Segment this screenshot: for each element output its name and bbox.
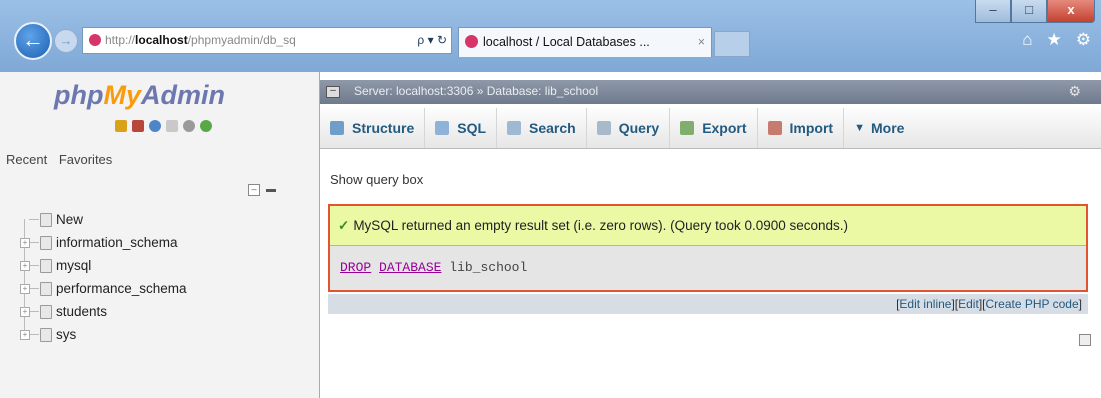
tab-title: localhost / Local Databases ... [483, 35, 650, 49]
import-icon [767, 121, 782, 135]
sql-keyword-database[interactable]: DATABASE [379, 260, 441, 275]
edit-link[interactable]: Edit [958, 297, 979, 311]
collapse-controls: – [248, 184, 276, 196]
tree-item-label: sys [56, 327, 77, 342]
edit-inline-link[interactable]: Edit inline [899, 297, 951, 311]
expand-icon[interactable]: + [20, 330, 30, 340]
collapse-nav-icon[interactable]: – [326, 86, 340, 98]
main-panel: – Server: localhost:3306 » Database: lib… [320, 72, 1101, 398]
expand-icon[interactable]: + [20, 284, 30, 294]
create-php-code-link[interactable]: Create PHP code [985, 297, 1078, 311]
chevron-down-icon: ▼ [854, 122, 865, 134]
back-button[interactable]: ← [14, 22, 52, 60]
tree-item-label: performance_schema [56, 281, 187, 296]
browser-tab[interactable]: localhost / Local Databases ... × [458, 27, 712, 57]
logout-icon[interactable] [132, 120, 144, 132]
tab-export[interactable]: Export [670, 108, 758, 148]
new-db-icon [40, 213, 52, 227]
export-icon [680, 121, 695, 135]
phpmyadmin-logo[interactable]: phpMyAdmin [54, 80, 225, 111]
navigation-panel: phpMyAdmin Recent Favorites – New + info… [0, 72, 320, 398]
address-host: localhost [135, 33, 188, 47]
sql-keyword-drop[interactable]: DROP [340, 260, 371, 275]
browser-toolbar-icons: ⌂ ★ ⚙ [1022, 30, 1091, 50]
address-bar[interactable]: http://localhost/phpmyadmin/db_sq ρ ▾ ↻ [82, 27, 452, 54]
star-icon[interactable]: ★ [1047, 30, 1062, 50]
favorites-tab[interactable]: Favorites [59, 152, 112, 167]
docs-icon[interactable] [166, 120, 178, 132]
success-text: MySQL returned an empty result set (i.e.… [353, 218, 849, 233]
structure-icon [330, 121, 344, 135]
search-icon [507, 121, 522, 135]
address-tools[interactable]: ρ ▾ ↻ [417, 28, 447, 53]
tree-item-students[interactable]: + students [0, 300, 320, 323]
site-favicon [89, 34, 101, 46]
home-icon[interactable] [115, 120, 127, 132]
reload-icon[interactable] [200, 120, 212, 132]
sql-query-display: DROP DATABASE lib_school [330, 246, 1086, 290]
breadcrumb: – Server: localhost:3306 » Database: lib… [320, 80, 1101, 104]
breadcrumb-text[interactable]: Server: localhost:3306 » Database: lib_s… [354, 84, 598, 98]
database-icon [40, 328, 52, 342]
tab-query[interactable]: Query [587, 108, 671, 148]
database-icon [40, 236, 52, 250]
recent-favorites-tabs: Recent Favorites [6, 152, 120, 167]
tree-item-performance-schema[interactable]: + performance_schema [0, 277, 320, 300]
database-icon [40, 259, 52, 273]
database-icon [40, 305, 52, 319]
window-controls: – □ x [975, 0, 1095, 26]
tree-item-label: New [56, 212, 84, 227]
tab-close-icon[interactable]: × [698, 28, 705, 56]
close-button[interactable]: x [1047, 0, 1095, 23]
tree-item-label: mysql [56, 258, 92, 273]
tree-item-sys[interactable]: + sys [0, 323, 320, 346]
show-query-box-link[interactable]: Show query box [330, 172, 423, 187]
check-icon: ✓ [338, 218, 350, 233]
browser-chrome: – □ x ← → http://localhost/phpmyadmin/db… [0, 0, 1101, 72]
maximize-button[interactable]: □ [1011, 0, 1047, 23]
sql-icon [435, 121, 450, 135]
tab-favicon [465, 35, 478, 48]
expand-icon[interactable]: + [20, 307, 30, 317]
new-tab-button[interactable] [714, 31, 750, 57]
settings-icon[interactable] [183, 120, 195, 132]
address-prefix: http:// [105, 33, 136, 47]
gear-icon[interactable]: ⚙ [1068, 83, 1081, 100]
query-icon [596, 121, 611, 135]
tree-item-information-schema[interactable]: + information_schema [0, 231, 320, 254]
tab-more[interactable]: ▼ More [844, 108, 914, 148]
collapse-all-icon[interactable]: – [248, 184, 260, 196]
database-icon [40, 282, 52, 296]
tree-item-mysql[interactable]: + mysql [0, 254, 320, 277]
expand-icon[interactable]: + [20, 238, 30, 248]
tab-sql[interactable]: SQL [425, 108, 498, 148]
tab-search[interactable]: Search [497, 108, 587, 148]
recent-tab[interactable]: Recent [6, 152, 47, 167]
scroll-icon[interactable] [1079, 334, 1091, 346]
expand-icon[interactable]: + [20, 261, 30, 271]
gear-icon[interactable]: ⚙ [1076, 30, 1091, 50]
minimize-button[interactable]: – [975, 0, 1011, 23]
tree-item-label: information_schema [56, 235, 178, 250]
sql-identifier: lib_school [449, 260, 528, 275]
link-icon[interactable] [266, 188, 276, 192]
database-tree: New + information_schema + mysql + perfo… [0, 208, 320, 346]
tree-item-label: students [56, 304, 108, 319]
query-action-links: [Edit inline][Edit][Create PHP code] [328, 294, 1088, 314]
query-result-highlight: ✓ MySQL returned an empty result set (i.e… [328, 204, 1088, 292]
tab-structure[interactable]: Structure [320, 108, 426, 148]
address-path: /phpmyadmin/db_sq [187, 33, 296, 47]
home-icon[interactable]: ⌂ [1022, 30, 1032, 50]
success-message: ✓ MySQL returned an empty result set (i.e… [330, 206, 1086, 246]
nav-icons [115, 120, 212, 132]
help-icon[interactable] [149, 120, 161, 132]
tab-import[interactable]: Import [758, 108, 845, 148]
main-toolbar: Structure SQL Search Query Export Import… [320, 108, 1101, 149]
forward-button[interactable]: → [54, 29, 78, 53]
tree-item-new[interactable]: New [0, 208, 320, 231]
